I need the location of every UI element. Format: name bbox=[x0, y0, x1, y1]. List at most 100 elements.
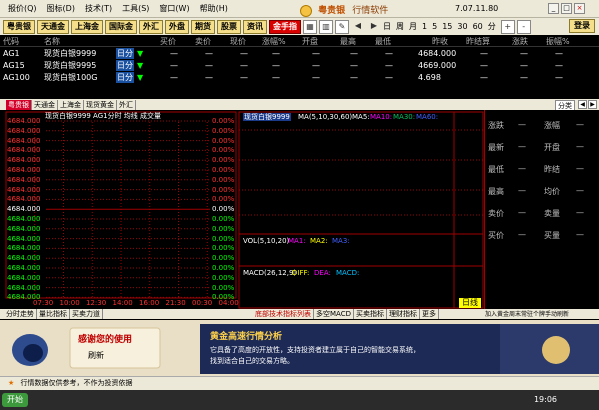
zoom-out-icon[interactable]: - bbox=[516, 19, 531, 34]
menu-tools[interactable]: 工具(S) bbox=[122, 3, 149, 14]
period-30[interactable]: 30 bbox=[457, 22, 467, 31]
btn-intl-gold[interactable]: 国际金 bbox=[105, 19, 137, 34]
start-button[interactable]: 开始 bbox=[2, 393, 28, 407]
col-prev-settle[interactable]: 昨结算 bbox=[466, 36, 490, 47]
ad-refresh-button[interactable]: 刷新 bbox=[88, 350, 104, 361]
period-5[interactable]: 5 bbox=[432, 22, 437, 31]
pct-tick-label: 0.00% bbox=[212, 254, 235, 263]
tab-yuegui[interactable]: 粤贵银 bbox=[6, 99, 32, 110]
quote-row[interactable]: AG15 现货白银9995 日分 ▼ — — — — — — — 4669.000 — — — bbox=[0, 60, 599, 71]
quote-tag[interactable]: 日分 bbox=[116, 72, 134, 83]
scroll-left-icon[interactable]: ◀ bbox=[578, 100, 587, 109]
tab-indicator-list[interactable]: 底部技术指标列表 bbox=[253, 309, 314, 319]
period-1[interactable]: 1 bbox=[422, 22, 427, 31]
btn-yuegui[interactable]: 粤贵银 bbox=[3, 19, 35, 34]
vol-label: VOL(5,10,20) bbox=[243, 237, 290, 245]
col-open[interactable]: 开盘 bbox=[302, 36, 318, 47]
period-60[interactable]: 60 bbox=[473, 22, 483, 31]
tab-buy-sell-force[interactable]: 买卖力道 bbox=[70, 309, 103, 319]
tab-finance-indicator[interactable]: 理财指标 bbox=[387, 309, 420, 319]
refresh-note[interactable]: 加入黄金周末常驻个牌手动刷新 bbox=[485, 309, 569, 318]
quote-cell: — bbox=[480, 73, 488, 82]
chart-icon[interactable]: ▦ bbox=[303, 19, 317, 34]
menu-tech[interactable]: 技术(T) bbox=[85, 3, 112, 14]
pct-tick-label: 0.00% bbox=[212, 264, 235, 272]
tab-tiantong[interactable]: 天通金 bbox=[32, 99, 58, 110]
quote-tag[interactable]: 日分 bbox=[116, 60, 134, 71]
ma60-label: MA60: bbox=[416, 113, 439, 121]
btn-foreign[interactable]: 外盘 bbox=[165, 19, 189, 34]
col-amplitude[interactable]: 振幅% bbox=[546, 36, 570, 47]
col-change[interactable]: 涨跌 bbox=[512, 36, 528, 47]
btn-forex[interactable]: 外汇 bbox=[139, 19, 163, 34]
menu-quote[interactable]: 报价(Q) bbox=[8, 3, 37, 14]
pct-tick-label: 0.00% bbox=[212, 117, 235, 125]
btn-news[interactable]: 资讯 bbox=[243, 19, 267, 34]
tab-intraday[interactable]: 分时走势 bbox=[4, 309, 37, 319]
price-tick-label: 4684.000 bbox=[7, 283, 41, 292]
tab-spot-gold[interactable]: 现货黄金 bbox=[84, 99, 117, 110]
zoom-in-icon[interactable]: + bbox=[500, 19, 515, 34]
tab-macd[interactable]: 多空MACD bbox=[314, 309, 354, 319]
forward-icon[interactable]: ▶ bbox=[367, 20, 381, 34]
detail-label: 卖价 bbox=[488, 209, 504, 218]
macd-value-label: MACD: bbox=[336, 269, 360, 277]
quote-cell: — bbox=[312, 61, 320, 70]
btn-tiantong[interactable]: 天通金 bbox=[37, 19, 69, 34]
quote-table: 代码 名称 买价 卖价 现价 涨幅% 开盘 最高 最低 昨收 昨结算 涨跌 振幅… bbox=[0, 36, 599, 98]
quote-row[interactable]: AG100 现货白银100G 日分 ▼ — — — — — — — 4.698 — — — bbox=[0, 72, 599, 83]
col-ask[interactable]: 卖价 bbox=[195, 36, 211, 47]
period-badge[interactable]: 日线 bbox=[459, 298, 481, 308]
kline-icon[interactable]: ▥ bbox=[319, 19, 333, 34]
quote-row[interactable]: AG1 现货白银9999 日分 ▼ — — — — — — — 4684.000 — — — bbox=[0, 48, 599, 59]
col-high[interactable]: 最高 bbox=[340, 36, 356, 47]
period-week[interactable]: 周 bbox=[396, 21, 404, 32]
minimize-icon[interactable]: _ bbox=[548, 3, 559, 14]
btn-gold-finger[interactable]: 金手指 bbox=[269, 19, 301, 34]
time-tick-label: 10:00 bbox=[59, 299, 80, 307]
menu-window[interactable]: 窗口(W) bbox=[159, 3, 189, 14]
col-prev-close[interactable]: 昨收 bbox=[432, 36, 448, 47]
scroll-right-icon[interactable]: ▶ bbox=[588, 100, 597, 109]
quote-cell: — bbox=[240, 61, 248, 70]
vol-ma1-label: MA1: bbox=[288, 237, 306, 245]
kline-frame bbox=[238, 111, 484, 309]
quote-cell: — bbox=[205, 73, 213, 82]
login-button[interactable]: 登录 bbox=[569, 19, 595, 33]
quote-tag[interactable]: 日分 bbox=[116, 48, 134, 59]
quote-cell: — bbox=[520, 49, 528, 58]
intraday-frame bbox=[5, 111, 237, 299]
detail-label: 最新 bbox=[488, 143, 504, 152]
quote-cell: — bbox=[350, 73, 358, 82]
col-last[interactable]: 现价 bbox=[230, 36, 246, 47]
quote-cell: — bbox=[385, 49, 393, 58]
period-day[interactable]: 日 bbox=[383, 21, 391, 32]
col-name[interactable]: 名称 bbox=[44, 36, 60, 47]
tab-shanghai[interactable]: 上海金 bbox=[58, 99, 84, 110]
quote-cell: — bbox=[170, 49, 178, 58]
close-icon[interactable]: × bbox=[574, 3, 585, 14]
period-minute[interactable]: 分 bbox=[488, 21, 496, 32]
tab-volume-ratio[interactable]: 量比指标 bbox=[37, 309, 70, 319]
tab-buy-sell-indicator[interactable]: 买卖指标 bbox=[354, 309, 387, 319]
tab-forex[interactable]: 外汇 bbox=[117, 99, 136, 110]
col-bid[interactable]: 买价 bbox=[160, 36, 176, 47]
macd-label: MACD(26,12,9) bbox=[243, 269, 297, 277]
btn-stocks[interactable]: 股票 bbox=[217, 19, 241, 34]
maximize-icon[interactable]: □ bbox=[561, 3, 572, 14]
col-code[interactable]: 代码 bbox=[3, 36, 19, 47]
period-15[interactable]: 15 bbox=[442, 22, 452, 31]
quote-name: 现货白银9999 bbox=[44, 49, 97, 58]
status-bar: ★ 行情数据仅供参考，不作为投资依据 bbox=[0, 376, 599, 390]
tab-more[interactable]: 更多 bbox=[420, 309, 439, 319]
btn-shanghai[interactable]: 上海金 bbox=[71, 19, 103, 34]
brand-subtitle: 行情软件 bbox=[352, 6, 389, 16]
menu-help[interactable]: 帮助(H) bbox=[200, 3, 228, 14]
btn-futures[interactable]: 期货 bbox=[191, 19, 215, 34]
col-low[interactable]: 最低 bbox=[375, 36, 391, 47]
back-icon[interactable]: ◀ bbox=[351, 20, 365, 34]
draw-icon[interactable]: ✎ bbox=[335, 19, 349, 34]
period-month[interactable]: 月 bbox=[409, 21, 417, 32]
col-change-pct[interactable]: 涨幅% bbox=[262, 36, 286, 47]
menu-chart[interactable]: 图标(D) bbox=[47, 3, 75, 14]
